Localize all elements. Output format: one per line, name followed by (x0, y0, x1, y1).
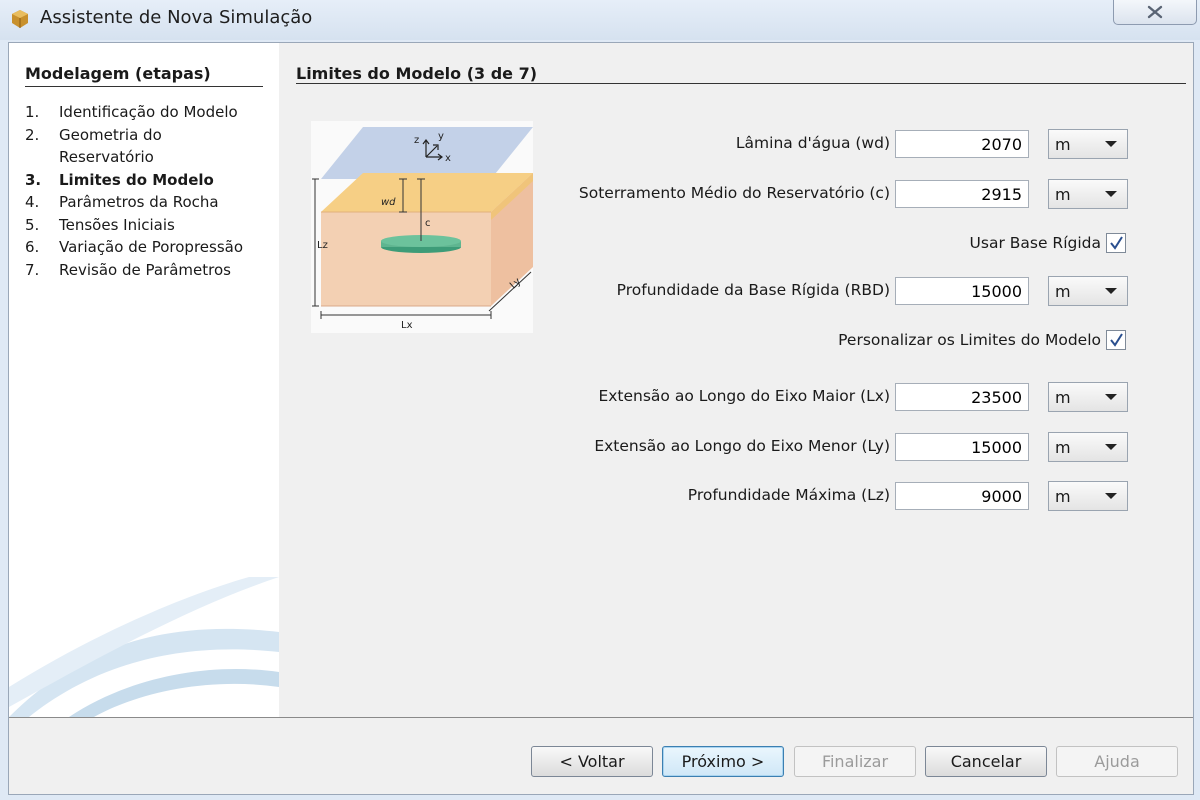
rigid-base-depth-unit-select[interactable]: m (1048, 276, 1128, 306)
sidebar-divider (25, 86, 263, 87)
step-item: 2. Geometria do Reservatório (25, 124, 259, 169)
help-button[interactable]: Ajuda (1056, 746, 1178, 777)
step-item: 5. Tensões Iniciais (25, 214, 259, 237)
step-item: 6. Variação de Poropressão (25, 236, 259, 259)
chevron-down-icon (1105, 288, 1117, 294)
lx-extent-input[interactable] (895, 383, 1029, 411)
max-depth-unit-select[interactable]: m (1048, 481, 1128, 511)
steps-sidebar: Modelagem (etapas) 1. Identificação do Mo… (9, 43, 279, 717)
lx-label: Lx (401, 320, 413, 331)
water-depth-unit-select[interactable]: m (1048, 129, 1128, 159)
step-number: 6. (25, 238, 40, 256)
model-bounds-diagram: z y x wd c Lz Lx Ly (311, 121, 533, 333)
lx-extent-unit-select[interactable]: m (1048, 382, 1128, 412)
lx-extent-label: Extensão ao Longo do Eixo Maior (Lx) (598, 387, 890, 405)
close-button[interactable] (1113, 0, 1197, 25)
water-plane (321, 127, 533, 179)
step-label: Limites do Modelo (59, 170, 214, 189)
back-button[interactable]: < Voltar (531, 746, 653, 777)
chevron-down-icon (1105, 493, 1117, 499)
wizard-client-area: Modelagem (etapas) 1. Identificação do Mo… (8, 42, 1194, 795)
c-label: c (425, 218, 431, 229)
steps-list: 1. Identificação do Modelo 2. Geometria do… (25, 101, 259, 281)
lz-label: Lz (317, 240, 328, 251)
rigid-base-depth-input[interactable] (895, 277, 1029, 305)
checkmark-icon (1110, 236, 1123, 250)
window-title: Assistente de Nova Simulação (40, 7, 313, 28)
axis-x-label: x (445, 153, 451, 164)
unit-value: m (1055, 388, 1071, 407)
wd-label: wd (381, 197, 396, 208)
step-label: Variação de Poropressão (59, 238, 244, 256)
unit-value: m (1055, 438, 1071, 457)
next-button[interactable]: Próximo > (662, 746, 784, 777)
burial-depth-label: Soterramento Médio do Reservatório (c) (578, 184, 890, 202)
burial-depth-input[interactable] (895, 180, 1029, 208)
footer-divider (9, 717, 1193, 718)
max-depth-input[interactable] (895, 482, 1029, 510)
water-depth-input[interactable] (895, 130, 1029, 158)
unit-value: m (1055, 487, 1071, 506)
step-number: 1. (25, 103, 40, 121)
step-number: 7. (25, 260, 40, 279)
step-number: 4. (25, 193, 40, 211)
title-bar: Assistente de Nova Simulação (0, 0, 1200, 40)
step-item: 4. Parâmetros da Rocha (25, 191, 259, 214)
checkmark-icon (1110, 333, 1123, 347)
lx-dimension (320, 311, 492, 319)
step-label: Parâmetros da Rocha (59, 193, 219, 211)
customize-bounds-checkbox[interactable] (1106, 330, 1126, 350)
step-item: 7. Revisão de Parâmetros (25, 259, 259, 282)
title-divider (296, 83, 1186, 84)
customize-bounds-label: Personalizar os Limites do Modelo (838, 331, 1101, 349)
unit-value: m (1055, 135, 1071, 154)
finish-button[interactable]: Finalizar (794, 746, 916, 777)
chevron-down-icon (1105, 141, 1117, 147)
rock-front-face (321, 212, 491, 306)
close-icon (1147, 5, 1163, 19)
ly-extent-input[interactable] (895, 433, 1029, 461)
step-label: Identificação do Modelo (59, 103, 238, 121)
burial-depth-unit-select[interactable]: m (1048, 179, 1128, 209)
cancel-button[interactable]: Cancelar (925, 746, 1047, 777)
step-label: Revisão de Parâmetros (59, 260, 231, 279)
water-depth-label: Lâmina d'água (wd) (735, 134, 890, 152)
step-label: Tensões Iniciais (59, 215, 175, 234)
page-title: Limites do Modelo (3 de 7) (296, 64, 538, 83)
max-depth-label: Profundidade Máxima (Lz) (687, 486, 890, 504)
step-item: 1. Identificação do Modelo (25, 101, 259, 124)
step-number: 2. (25, 125, 40, 144)
decorative-swoosh (9, 577, 279, 717)
step-label: Geometria do Reservatório (59, 125, 162, 167)
step-item-active: 3. Limites do Modelo (25, 169, 259, 192)
use-rigid-base-label: Usar Base Rígida (969, 234, 1101, 252)
unit-value: m (1055, 185, 1071, 204)
axis-y-label: y (438, 131, 444, 142)
app-icon (12, 10, 28, 28)
unit-value: m (1055, 282, 1071, 301)
sidebar-heading: Modelagem (etapas) (25, 64, 211, 83)
axis-z-label: z (414, 135, 419, 146)
ly-extent-unit-select[interactable]: m (1048, 432, 1128, 462)
chevron-down-icon (1105, 394, 1117, 400)
chevron-down-icon (1105, 191, 1117, 197)
chevron-down-icon (1105, 444, 1117, 450)
use-rigid-base-checkbox[interactable] (1106, 233, 1126, 253)
step-number: 5. (25, 215, 40, 234)
rigid-base-depth-label: Profundidade da Base Rígida (RBD) (616, 281, 890, 299)
step-number: 3. (25, 170, 42, 189)
ly-extent-label: Extensão ao Longo do Eixo Menor (Ly) (594, 437, 890, 455)
